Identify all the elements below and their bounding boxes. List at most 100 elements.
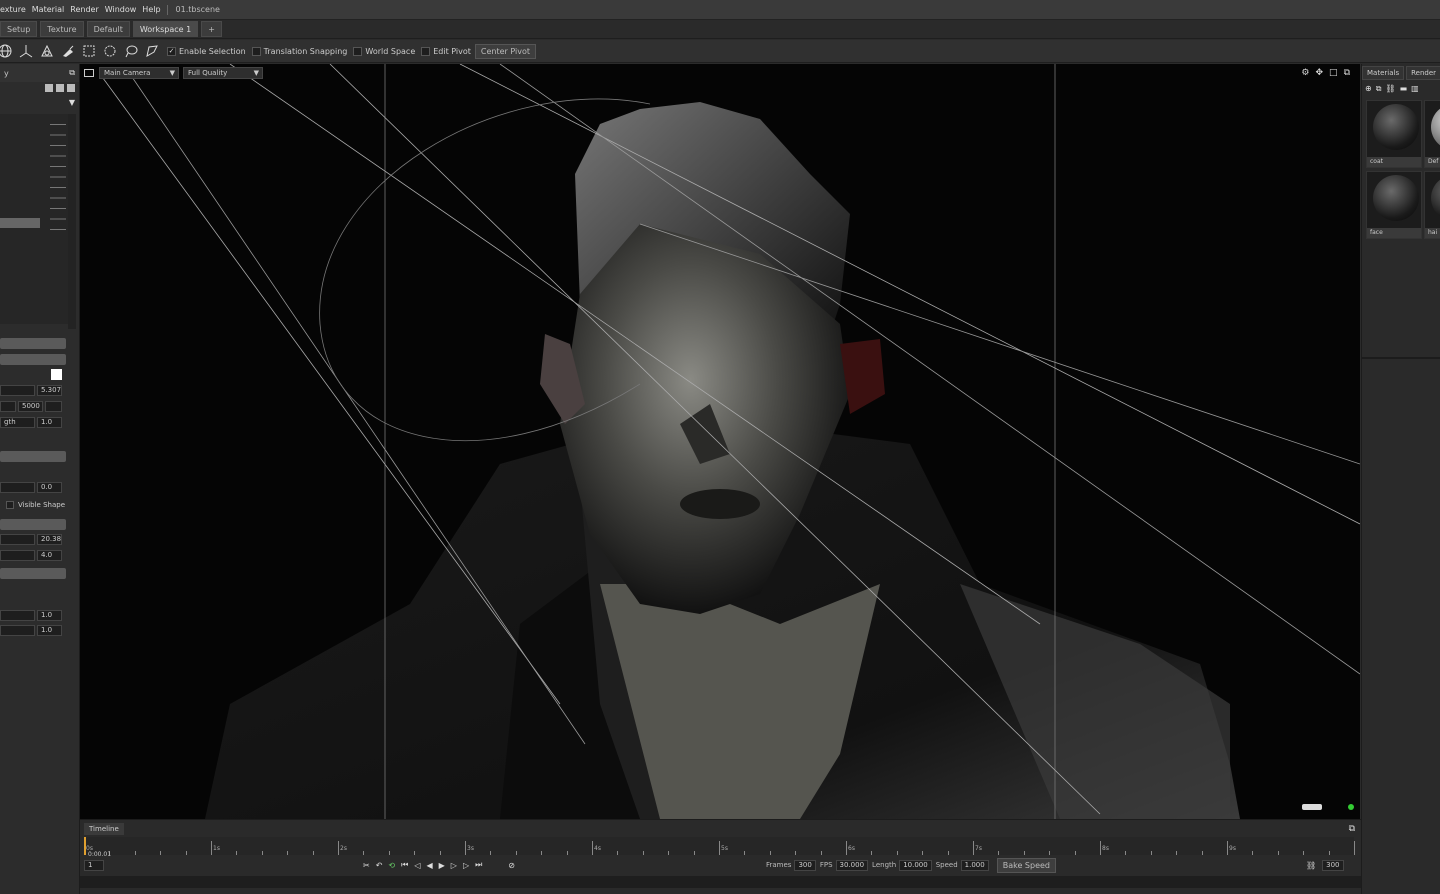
step-back-icon[interactable]: ◁ <box>414 861 420 870</box>
skip-start-icon[interactable]: ⏮ <box>401 860 408 870</box>
material-thumbnail[interactable]: face <box>1366 171 1422 239</box>
play-icon[interactable]: ▶ <box>439 861 445 870</box>
fps-label: FPS <box>819 861 833 869</box>
property-field[interactable]: 5.307 <box>37 385 62 396</box>
ruler-label: 6s <box>848 845 855 852</box>
tab-workspace-1[interactable]: Workspace 1 <box>132 21 199 37</box>
rect-select-icon[interactable] <box>80 42 98 60</box>
playhead[interactable] <box>84 837 86 855</box>
link-icon[interactable]: ⛓ <box>1385 84 1395 94</box>
tab-render[interactable]: Render <box>1406 66 1440 80</box>
lasso-select-icon[interactable] <box>122 42 140 60</box>
unit-dropdown[interactable] <box>45 401 62 412</box>
bake-speed-button[interactable]: Bake Speed <box>996 857 1056 873</box>
menu-texture[interactable]: exture <box>0 5 26 14</box>
3d-viewport[interactable]: Main Camera ▼ Full Quality ▼ ⚙ ✥ □ ⧉ <box>80 64 1360 819</box>
loop-icon[interactable]: ⟲ <box>388 861 395 870</box>
property-group-bar[interactable] <box>0 354 66 365</box>
add-icon[interactable]: ⊕ <box>1365 84 1372 94</box>
filter-icon[interactable]: ▼ <box>0 98 79 107</box>
delete-icon[interactable] <box>67 84 75 92</box>
tab-materials[interactable]: Materials <box>1362 66 1405 80</box>
property-field[interactable] <box>0 482 35 493</box>
property-field[interactable]: gth <box>0 417 35 428</box>
frames-field[interactable]: 300 <box>794 859 816 871</box>
camera-icon[interactable] <box>84 69 94 77</box>
menu-window[interactable]: Window <box>105 5 137 14</box>
menu-help[interactable]: Help <box>142 5 160 14</box>
property-group-bar[interactable] <box>0 568 66 579</box>
next-frame-icon[interactable]: ▷ <box>451 861 457 870</box>
scene-filename: 01.tbscene <box>175 5 220 14</box>
center-pivot-button[interactable]: Center Pivot <box>474 43 537 59</box>
property-field[interactable] <box>0 401 16 412</box>
globe-tool-icon[interactable] <box>0 42 14 60</box>
speed-field[interactable]: 1.000 <box>960 859 989 871</box>
current-frame-field[interactable]: 1 <box>84 859 104 871</box>
end-frame-field[interactable]: 300 <box>1322 859 1344 871</box>
undo-icon[interactable]: ↶ <box>376 861 383 870</box>
edit-pivot-toggle[interactable]: Edit Pivot <box>421 46 471 56</box>
material-thumbnail[interactable]: coat <box>1366 100 1422 168</box>
property-field[interactable]: 1.0 <box>37 610 62 621</box>
world-space-toggle[interactable]: World Space <box>353 46 415 56</box>
timeline-ruler[interactable]: 0s 1s 2s 3s 4s 5s 6s 7s 8s 9s <box>84 837 1355 855</box>
tab-texture[interactable]: Texture <box>40 21 84 37</box>
property-field[interactable] <box>0 610 35 621</box>
popout-icon[interactable]: ⧉ <box>1349 824 1355 834</box>
property-field[interactable]: 0.0 <box>37 482 62 493</box>
prev-frame-icon[interactable]: ◀ <box>426 861 432 870</box>
property-field[interactable]: 20.38 <box>37 534 62 545</box>
scene-tree-scrollbar[interactable] <box>68 114 76 329</box>
property-field[interactable]: 1.0 <box>37 417 62 428</box>
delete-icon[interactable]: ▥ <box>1411 84 1419 94</box>
panel-divider[interactable] <box>1362 357 1440 359</box>
camera-label: Main Camera <box>104 69 151 77</box>
cut-icon[interactable]: ✂ <box>363 861 370 870</box>
quality-dropdown[interactable]: Full Quality ▼ <box>183 67 263 79</box>
property-field[interactable]: 1.0 <box>37 625 62 636</box>
property-field[interactable]: 5000 <box>18 401 43 412</box>
property-group-bar[interactable] <box>0 451 66 462</box>
property-field[interactable] <box>0 385 35 396</box>
folder-icon[interactable]: ▬ <box>1400 84 1408 94</box>
duplicate-icon[interactable] <box>56 84 64 92</box>
timeline-scrollbar[interactable] <box>80 876 1361 888</box>
material-label: Def <box>1425 157 1440 167</box>
record-icon[interactable]: ⊘ <box>508 861 515 870</box>
visibility-icons[interactable] <box>50 118 66 238</box>
polygon-select-icon[interactable] <box>143 42 161 60</box>
tab-setup[interactable]: Setup <box>0 21 38 37</box>
material-thumbnail[interactable]: Def <box>1424 100 1440 168</box>
paint-tool-icon[interactable] <box>59 42 77 60</box>
fps-field[interactable]: 30.000 <box>835 859 869 871</box>
property-field[interactable] <box>0 550 35 561</box>
axis-tool-icon[interactable] <box>17 42 35 60</box>
light-tool-icon[interactable] <box>38 42 56 60</box>
length-field[interactable]: 10.000 <box>899 859 932 871</box>
property-field[interactable] <box>0 534 35 545</box>
camera-dropdown[interactable]: Main Camera ▼ <box>99 67 179 79</box>
folder-icon[interactable] <box>45 84 53 92</box>
property-group-bar[interactable] <box>0 338 66 349</box>
menu-render[interactable]: Render <box>70 5 98 14</box>
popout-icon[interactable]: ⧉ <box>69 68 75 78</box>
duplicate-icon[interactable]: ⧉ <box>1376 84 1382 94</box>
step-forward-icon[interactable]: ▷ <box>463 861 469 870</box>
translation-snapping-toggle[interactable]: Translation Snapping <box>251 46 347 56</box>
tab-add[interactable]: + <box>201 21 222 37</box>
property-field[interactable]: 4.0 <box>37 550 62 561</box>
tab-default[interactable]: Default <box>86 21 130 37</box>
skip-end-icon[interactable]: ⏭ <box>475 860 482 870</box>
property-group-bar[interactable] <box>0 519 66 530</box>
enable-selection-toggle[interactable]: ✓ Enable Selection <box>167 46 246 56</box>
quality-label: Full Quality <box>188 69 228 77</box>
color-swatch[interactable] <box>51 369 62 380</box>
visible-shape-checkbox[interactable] <box>6 501 14 509</box>
link-icon[interactable]: ⛓ <box>1306 861 1316 870</box>
circle-select-icon[interactable] <box>101 42 119 60</box>
selected-item[interactable] <box>0 218 40 228</box>
property-field[interactable] <box>0 625 35 636</box>
menu-material[interactable]: Material <box>32 5 65 14</box>
material-thumbnail[interactable]: hai <box>1424 171 1440 239</box>
